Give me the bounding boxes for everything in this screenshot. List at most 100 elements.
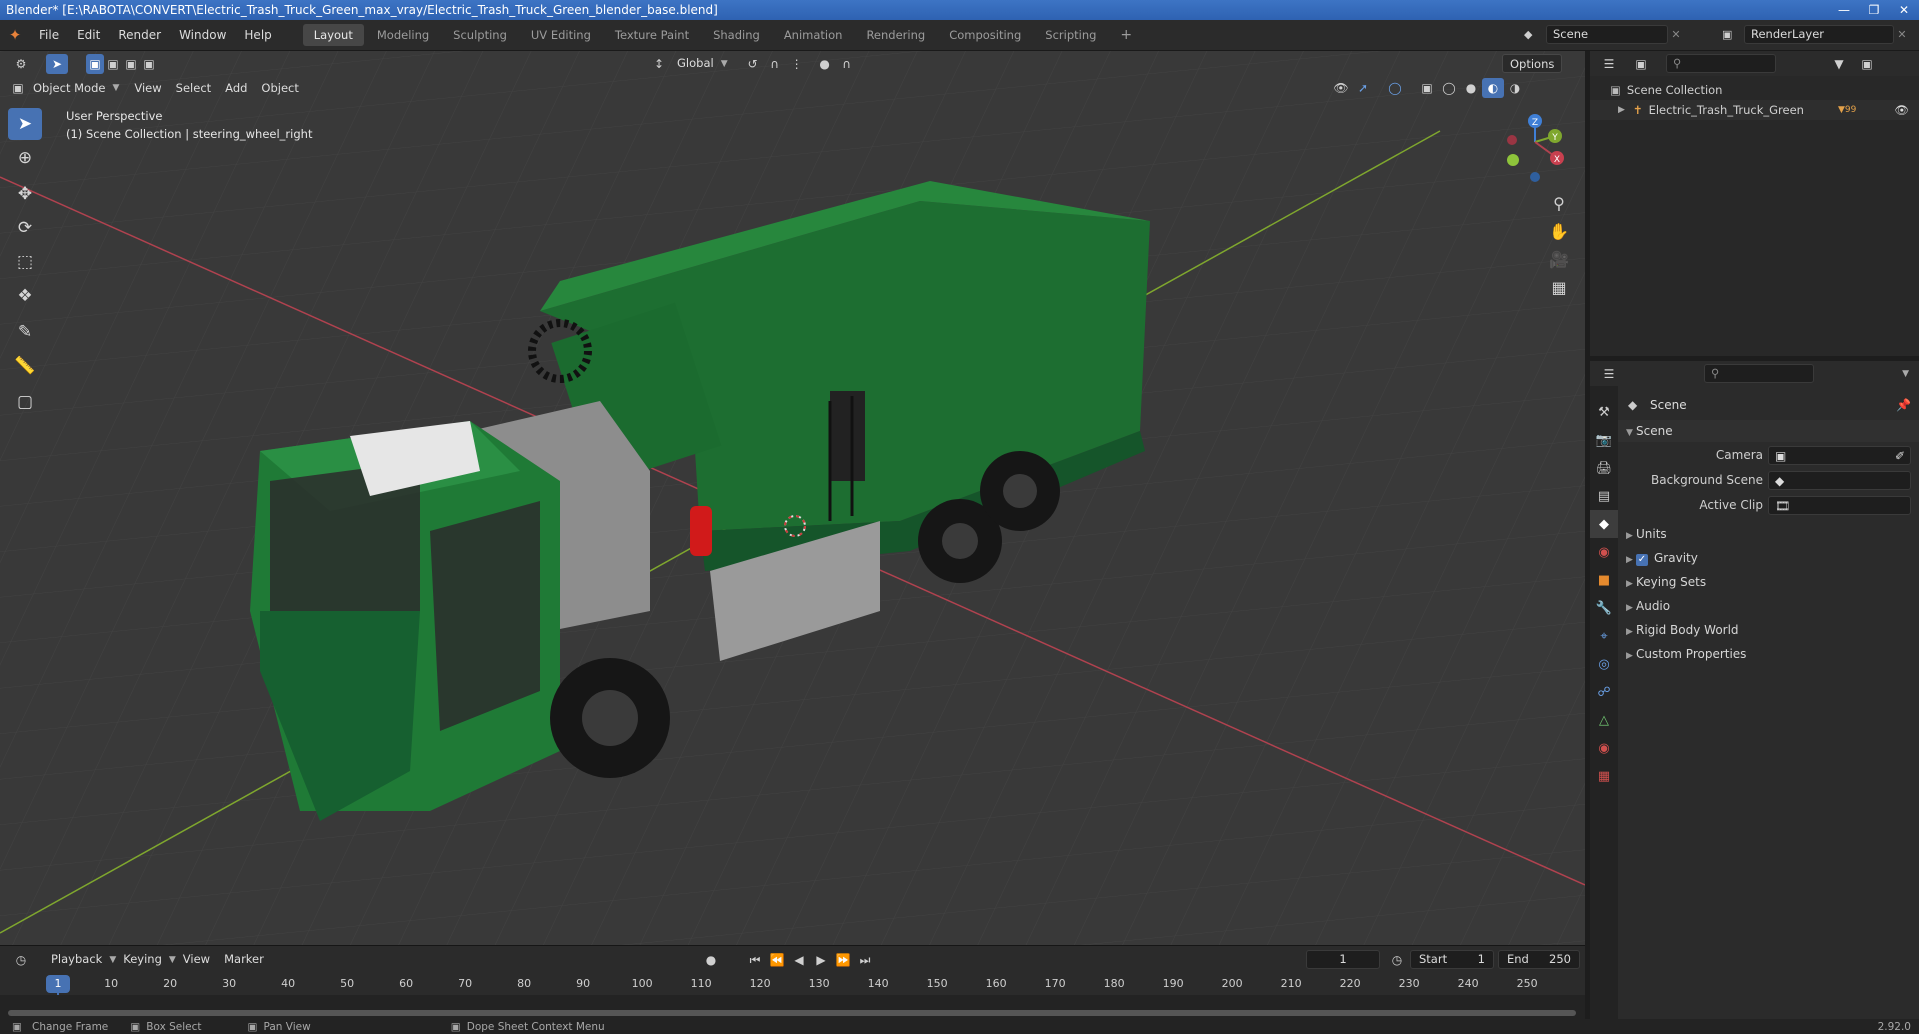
blender-logo-icon[interactable]: ✦ — [0, 26, 30, 44]
record-icon[interactable]: ● — [700, 950, 722, 970]
select-mode-subtract-icon[interactable]: ▣ — [122, 54, 140, 74]
background-scene-field[interactable]: ◆ — [1768, 471, 1911, 490]
gravity-checkbox[interactable]: ✓ — [1636, 554, 1648, 566]
world-tab-icon[interactable]: ◉ — [1590, 538, 1618, 566]
filter-icon[interactable]: ▼ — [1828, 54, 1850, 74]
close-renderlayer-icon[interactable]: ✕ — [1894, 28, 1910, 41]
tab-modeling[interactable]: Modeling — [366, 24, 440, 46]
minimize-icon[interactable]: — — [1829, 0, 1859, 20]
menu-file[interactable]: File — [30, 28, 68, 42]
tab-texture-paint[interactable]: Texture Paint — [604, 24, 700, 46]
measure-tool-icon[interactable]: 📏 — [8, 350, 42, 382]
outliner-item[interactable]: ▶ ✝ Electric_Trash_Truck_Green ▼99 👁 — [1590, 100, 1919, 120]
menu-object[interactable]: Object — [254, 79, 305, 98]
pin-icon[interactable]: 📌 — [1896, 394, 1911, 416]
end-frame-field[interactable]: End 250 — [1498, 950, 1580, 969]
subpanel-custom-properties[interactable]: ▶ Custom Properties — [1618, 643, 1919, 665]
select-mode-extend-icon[interactable]: ▣ — [104, 54, 122, 74]
transform-orientation-icon[interactable]: ↕ — [648, 54, 670, 74]
start-frame-field[interactable]: Start 1 — [1410, 950, 1494, 969]
properties-editor-icon[interactable]: ☰ — [1598, 364, 1620, 384]
scale-tool-icon[interactable]: ⬚ — [8, 246, 42, 278]
camera-field[interactable]: ▣ ✐ — [1768, 446, 1911, 465]
select-tool-icon[interactable]: ➤ — [46, 53, 68, 74]
select-mode-new-icon[interactable]: ▣ — [86, 53, 104, 74]
subpanel-keying-sets[interactable]: ▶ Keying Sets — [1618, 571, 1919, 593]
select-mode-intersect-icon[interactable]: ▣ — [140, 54, 158, 74]
renderlayer-icon[interactable]: ▣ — [1722, 28, 1744, 41]
output-tab-icon[interactable]: 🖨 — [1590, 454, 1618, 482]
current-frame-field[interactable]: 1 — [1306, 950, 1380, 969]
jump-start-icon[interactable]: ⏮ — [744, 950, 766, 970]
subpanel-rigid-body-world[interactable]: ▶ Rigid Body World — [1618, 619, 1919, 641]
proportional-edit-icon[interactable]: ● — [814, 54, 836, 74]
outliner-editor-icon[interactable]: ☰ — [1598, 54, 1620, 74]
properties-search-field[interactable]: ⚲ — [1704, 364, 1814, 383]
menu-view[interactable]: View — [127, 79, 168, 98]
menu-select[interactable]: Select — [169, 79, 218, 98]
scene-collection-row[interactable]: ▣ Scene Collection — [1610, 80, 1722, 100]
expand-arrow-icon[interactable]: ▶ — [1618, 100, 1625, 120]
rendered-shading-icon[interactable]: ◑ — [1504, 78, 1526, 98]
tab-compositing[interactable]: Compositing — [938, 24, 1032, 46]
transform-tool-icon[interactable]: ❖ — [8, 280, 42, 312]
tab-sculpting[interactable]: Sculpting — [442, 24, 518, 46]
tool-tab-icon[interactable]: ⚒ — [1590, 398, 1618, 426]
preview-range-icon[interactable]: ◷ — [1386, 950, 1408, 970]
annotate-tool-icon[interactable]: ✎ — [8, 316, 42, 348]
scene-selector[interactable]: Scene — [1546, 25, 1668, 44]
menu-render[interactable]: Render — [109, 28, 170, 42]
tab-scripting[interactable]: Scripting — [1034, 24, 1107, 46]
play-icon[interactable]: ▶ — [810, 950, 832, 970]
tab-rendering[interactable]: Rendering — [855, 24, 936, 46]
pivot-point-icon[interactable]: ↺ — [742, 54, 764, 74]
renderlayer-selector[interactable]: RenderLayer — [1744, 25, 1894, 44]
ortho-grid-icon[interactable]: ▦ — [1547, 274, 1571, 302]
solid-shading-icon[interactable]: ● — [1460, 78, 1482, 98]
material-tab-icon[interactable]: ◉ — [1590, 734, 1618, 762]
constraints-tab-icon[interactable]: ☍ — [1590, 678, 1618, 706]
cursor-tool-icon[interactable]: ⊕ — [8, 142, 42, 174]
object-mode-icon[interactable]: ▣ — [10, 78, 26, 98]
add-cube-tool-icon[interactable]: ▢ — [8, 386, 42, 418]
data-tab-icon[interactable]: △ — [1590, 706, 1618, 734]
timeline-editor-icon[interactable]: ◷ — [10, 950, 32, 970]
restore-icon[interactable]: ❐ — [1859, 0, 1889, 20]
zoom-icon[interactable]: ⚲ — [1547, 190, 1571, 218]
tab-uv-editing[interactable]: UV Editing — [520, 24, 602, 46]
rotate-tool-icon[interactable]: ⟳ — [8, 212, 42, 244]
scene-panel-header[interactable]: ▼ Scene — [1618, 420, 1919, 442]
chevron-down-icon[interactable]: ▼ — [1902, 369, 1909, 379]
modifier-tab-icon[interactable]: 🔧 — [1590, 594, 1618, 622]
xray-icon[interactable]: ▣ — [1416, 78, 1438, 98]
frame-playhead[interactable]: 1 — [46, 975, 70, 993]
select-box-tool-icon[interactable]: ➤ — [8, 108, 42, 140]
tab-animation[interactable]: Animation — [773, 24, 854, 46]
play-reverse-icon[interactable]: ◀ — [788, 950, 810, 970]
outliner-search-field[interactable]: ⚲ — [1666, 54, 1776, 73]
marker-menu[interactable]: Marker — [217, 950, 271, 969]
pan-hand-icon[interactable]: ✋ — [1547, 218, 1571, 246]
gizmo-toggle-icon[interactable]: ➚ — [1352, 78, 1374, 98]
eyedropper-icon[interactable]: ✐ — [1895, 445, 1905, 467]
texture-tab-icon[interactable]: ▦ — [1590, 762, 1618, 790]
close-icon[interactable]: ✕ — [1889, 0, 1919, 20]
tab-layout[interactable]: Layout — [302, 24, 364, 46]
subpanel-units[interactable]: ▶ Units — [1618, 523, 1919, 545]
active-clip-field[interactable]: 🎞 — [1768, 496, 1911, 515]
camera-view-icon[interactable]: 🎥 — [1547, 246, 1571, 274]
view-layer-tab-icon[interactable]: ▤ — [1590, 482, 1618, 510]
physics-tab-icon[interactable]: ◎ — [1590, 650, 1618, 678]
prev-keyframe-icon[interactable]: ⏪ — [766, 950, 788, 970]
scene-tab-icon[interactable]: ◆ — [1590, 510, 1618, 538]
particles-tab-icon[interactable]: ⌖ — [1590, 622, 1618, 650]
object-tab-icon[interactable]: ■ — [1590, 566, 1618, 594]
scene-icon[interactable]: ◆ — [1524, 28, 1546, 41]
snap-target-icon[interactable]: ⋮ — [786, 54, 808, 74]
material-shading-icon[interactable]: ◐ — [1482, 78, 1504, 98]
subpanel-audio[interactable]: ▶ Audio — [1618, 595, 1919, 617]
add-workspace-icon[interactable]: + — [1109, 23, 1143, 47]
visibility-icon[interactable]: 👁 — [1330, 78, 1352, 98]
snap-icon[interactable]: ∩ — [764, 54, 786, 74]
options-button[interactable]: Options — [1502, 54, 1563, 73]
